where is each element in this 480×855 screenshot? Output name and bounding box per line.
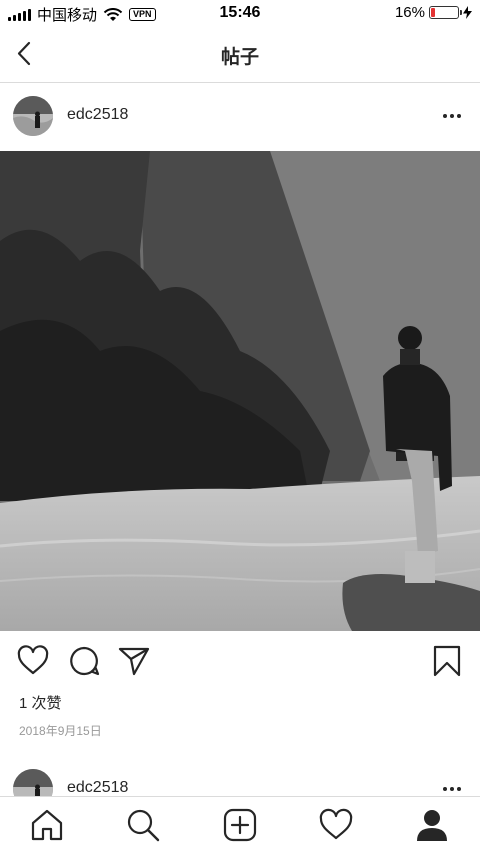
battery-icon [429,6,462,19]
like-count[interactable]: 1 次赞 [19,692,62,713]
more-horizontal-icon[interactable] [438,104,466,128]
home-icon[interactable] [29,807,65,843]
battery-percent: 16% [394,4,425,21]
tab-bar [0,796,480,855]
next-post-username[interactable]: edc2518 [67,779,128,797]
heart-icon[interactable] [16,644,50,678]
post-header: edc2518 [0,82,480,150]
bookmark-icon[interactable] [430,644,464,678]
page-title: 帖子 [220,47,259,68]
post-username[interactable]: edc2518 [67,106,128,124]
status-right: 16% [395,4,472,21]
avatar[interactable] [13,96,53,136]
activity-heart-icon[interactable] [318,807,354,843]
post-actions [0,642,480,682]
share-icon[interactable] [117,644,151,678]
add-post-icon[interactable] [222,807,258,843]
status-bar: 中国移动 VPN 15:46 16% [0,0,480,26]
nav-bar: 帖子 [0,26,480,83]
search-icon[interactable] [125,807,161,843]
post-photo[interactable] [0,151,480,631]
post-date: 2018年9月15日 [19,724,102,738]
profile-icon[interactable] [414,807,450,843]
charging-bolt-icon [463,6,472,19]
battery-level [431,8,435,17]
comment-icon[interactable] [67,644,101,678]
